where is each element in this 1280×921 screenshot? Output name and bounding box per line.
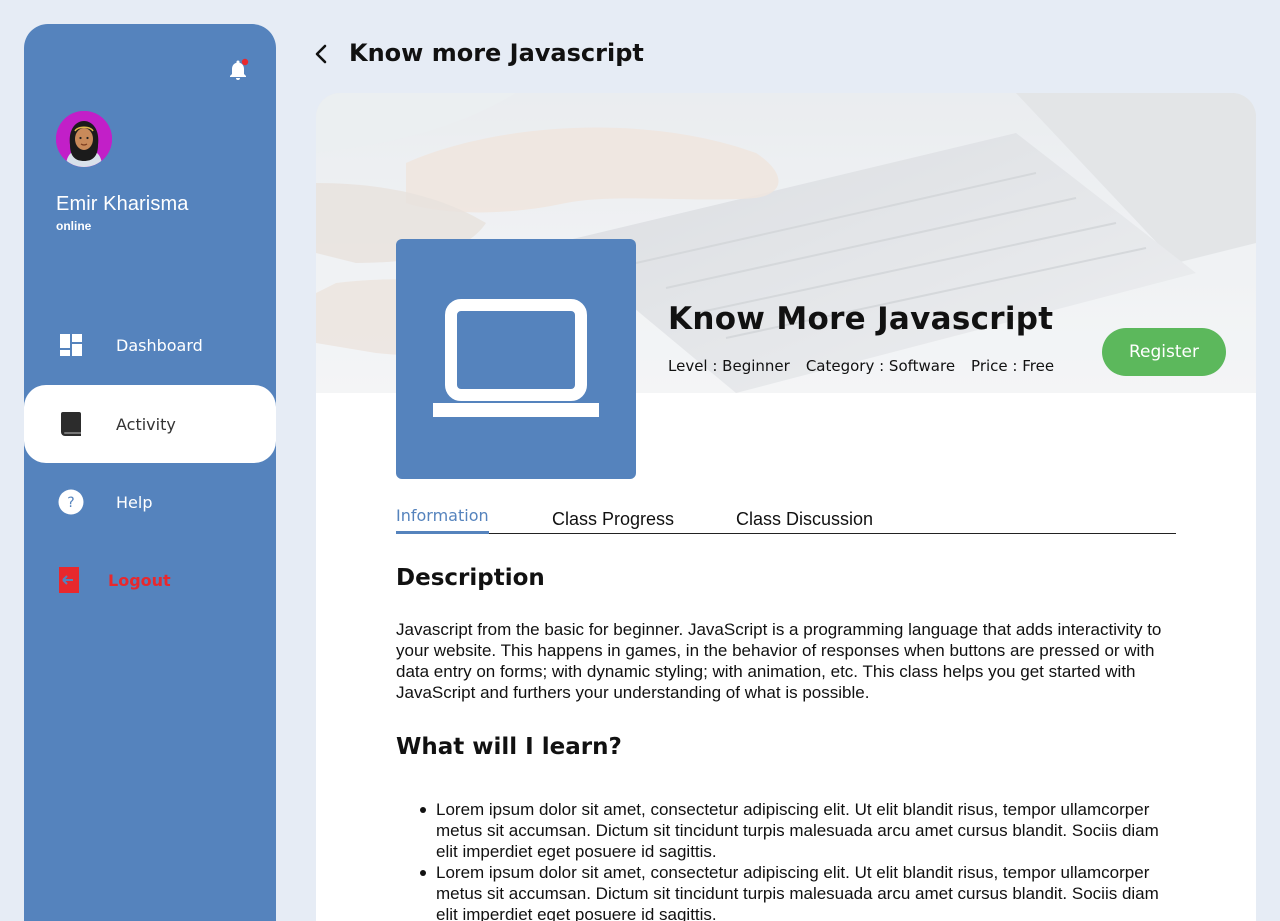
user-name: Emir Kharisma	[56, 193, 189, 215]
tab-class-discussion[interactable]: Class Discussion	[736, 509, 873, 530]
back-button[interactable]	[310, 42, 334, 66]
course-title: Know More Javascript	[668, 301, 1054, 337]
register-button[interactable]: Register	[1102, 328, 1226, 376]
course-price: Price : Free	[971, 357, 1055, 375]
avatar[interactable]	[56, 111, 112, 167]
sidebar-item-activity[interactable]: Activity	[24, 385, 276, 463]
svg-text:?: ?	[67, 495, 74, 511]
sidebar: Emir Kharisma online Dashboard Activity …	[24, 24, 276, 921]
user-status: online	[56, 219, 92, 233]
course-meta: Level : Beginner Category : Software Pri…	[668, 357, 1054, 375]
list-item: Lorem ipsum dolor sit amet, consectetur …	[396, 862, 1176, 921]
course-thumbnail	[396, 239, 636, 479]
list-item: Lorem ipsum dolor sit amet, consectetur …	[396, 799, 1176, 862]
help-circle-icon: ?	[58, 489, 84, 515]
chevron-left-icon	[315, 44, 327, 64]
course-card: Know More Javascript Level : Beginner Ca…	[316, 93, 1256, 921]
tab-class-progress[interactable]: Class Progress	[552, 509, 674, 530]
dashboard-grid-icon	[58, 332, 84, 358]
sidebar-item-label: Activity	[116, 414, 176, 434]
sidebar-item-help[interactable]: ? Help	[24, 463, 276, 541]
learn-heading: What will I learn?	[396, 734, 622, 760]
logout-icon	[56, 567, 82, 593]
book-icon	[58, 411, 84, 437]
tab-bar: Information Class Progress Class Discuss…	[396, 503, 1176, 534]
tab-information[interactable]: Information	[396, 506, 489, 534]
sidebar-item-label: Help	[116, 492, 153, 512]
sidebar-item-label: Logout	[108, 570, 171, 590]
laptop-icon	[433, 299, 599, 417]
course-category: Category : Software	[805, 357, 956, 375]
sidebar-item-dashboard[interactable]: Dashboard	[24, 306, 276, 384]
sidebar-item-logout[interactable]: Logout	[24, 541, 276, 619]
learn-list: Lorem ipsum dolor sit amet, consectetur …	[396, 799, 1176, 921]
sidebar-item-label: Dashboard	[116, 335, 203, 355]
course-level: Level : Beginner	[668, 357, 790, 375]
bell-icon[interactable]	[226, 58, 250, 82]
description-heading: Description	[396, 565, 545, 591]
page-title: Know more Javascript	[349, 39, 644, 67]
description-text: Javascript from the basic for beginner. …	[396, 620, 1162, 702]
